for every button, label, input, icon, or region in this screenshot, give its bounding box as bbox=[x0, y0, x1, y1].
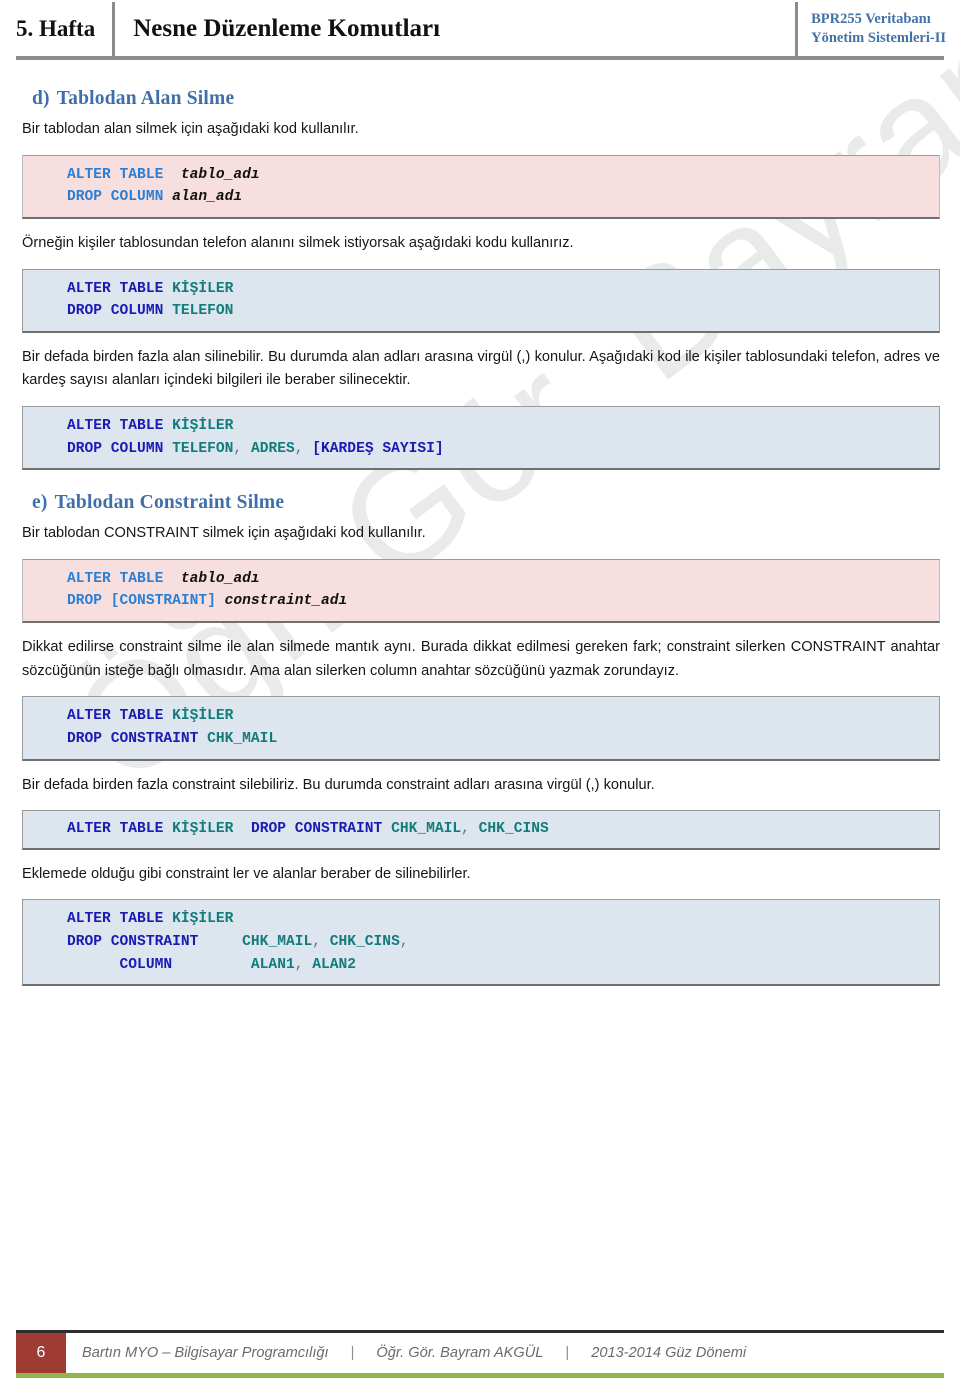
code-punctuation: , bbox=[399, 934, 409, 951]
header-rule bbox=[16, 56, 944, 60]
section-heading-d: d) Tablodan Alan Silme bbox=[32, 88, 940, 110]
header-course-line2: Yönetim Sistemleri-II bbox=[811, 30, 946, 46]
code-identifier: ADRES bbox=[250, 440, 295, 457]
code-keyword: DROP [CONSTRAINT] bbox=[67, 593, 216, 610]
section-e-multi-text: Bir defada birden fazla constraint sileb… bbox=[22, 776, 655, 793]
footer-term: 2013-2014 Güz Dönemi bbox=[591, 1345, 747, 1361]
code-placeholder: constraint_adı bbox=[224, 593, 348, 610]
header-chapter-title: Nesne Düzenleme Komutları bbox=[133, 15, 441, 42]
code-identifier: CHK_MAIL bbox=[391, 821, 462, 838]
code-keyword: ALTER TABLE bbox=[67, 280, 164, 297]
section-d-multi-text: Bir defada birden fazla alan silinebilir… bbox=[22, 348, 940, 389]
code-punctuation: , bbox=[461, 821, 470, 838]
section-e-combined-text: Eklemede olduğu gibi constraint ler ve a… bbox=[22, 865, 471, 882]
code-bracketed-identifier: [KARDEŞ SAYISI] bbox=[312, 440, 444, 457]
code-keyword: ALTER TABLE bbox=[67, 418, 164, 434]
document-page: 5. Hafta Nesne Düzenleme Komutları BPR25… bbox=[0, 0, 960, 1388]
code-keyword: ALTER TABLE bbox=[67, 911, 164, 928]
code-identifier: KİŞİLER bbox=[172, 821, 234, 838]
code-keyword: DROP COLUMN bbox=[67, 189, 164, 206]
code-keyword: COLUMN bbox=[119, 956, 173, 973]
code-punctuation: , bbox=[294, 440, 304, 457]
code-identifier: TELEFON bbox=[172, 440, 234, 457]
section-d-intro: Bir tablodan alan silmek için aşağıdaki … bbox=[22, 121, 359, 137]
section-heading-e: e) Tablodan Constraint Silme bbox=[32, 492, 940, 514]
page-number: 6 bbox=[16, 1333, 66, 1373]
code-identifier: ALAN2 bbox=[312, 956, 357, 973]
code-placeholder: tablo_adı bbox=[180, 570, 260, 587]
code-keyword: DROP COLUMN bbox=[67, 440, 164, 457]
code-keyword: DROP COLUMN bbox=[67, 303, 164, 320]
code-block-drop-column-telefon: ALTER TABLE KİŞİLER DROP COLUMN TELEFON bbox=[22, 268, 940, 333]
footer-institution: Bartın MYO – Bilgisayar Programcılığı bbox=[82, 1345, 329, 1361]
code-punctuation: , bbox=[312, 934, 321, 951]
code-block-drop-multiple-constraints: ALTER TABLE KİŞİLER DROP CONSTRAINT CHK_… bbox=[22, 810, 940, 850]
code-identifier: KİŞİLER bbox=[172, 280, 234, 297]
code-placeholder: tablo_adı bbox=[180, 166, 260, 183]
code-keyword: ALTER TABLE bbox=[67, 166, 164, 183]
code-punctuation: , bbox=[294, 956, 304, 973]
section-d-title: Tablodan Alan Silme bbox=[56, 88, 235, 109]
code-keyword: ALTER TABLE bbox=[67, 708, 164, 725]
section-d-example-text: Örneğin kişiler tablosundan telefon alan… bbox=[22, 234, 574, 251]
code-punctuation: , bbox=[233, 440, 243, 457]
code-block-drop-column-syntax: ALTER TABLE tablo_adı DROP COLUMN alan_a… bbox=[22, 154, 940, 219]
header-week-label: 5. Hafta bbox=[16, 16, 96, 41]
code-keyword: ALTER TABLE bbox=[67, 821, 164, 838]
code-identifier: CHK_CINS bbox=[329, 934, 400, 951]
code-identifier: CHK_MAIL bbox=[207, 730, 278, 747]
code-block-drop-constraint-syntax: ALTER TABLE tablo_adı DROP [CONSTRAINT] … bbox=[22, 558, 940, 624]
document-content: d) Tablodan Alan Silme Bir tablodan alan … bbox=[0, 66, 960, 999]
code-keyword: DROP CONSTRAINT bbox=[67, 730, 199, 747]
code-placeholder: alan_adı bbox=[172, 189, 243, 206]
code-block-drop-multiple-columns: ALTER TABLE KİŞİLER DROP COLUMN TELEFON,… bbox=[22, 406, 940, 471]
code-identifier: KİŞİLER bbox=[172, 911, 234, 928]
header-course-code: BPR255 Veritabanı Yönetim Sistemleri-II bbox=[798, 10, 946, 48]
section-e-title: Tablodan Constraint Silme bbox=[54, 492, 285, 514]
footer-instructor: Öğr. Gör. Bayram AKGÜL bbox=[376, 1345, 544, 1361]
section-e-note-text: Dikkat edilirse constraint silme ile ala… bbox=[22, 639, 940, 679]
code-identifier: KİŞİLER bbox=[172, 418, 234, 434]
header-course-line1: BPR255 Veritabanı bbox=[811, 10, 931, 27]
code-identifier: TELEFON bbox=[172, 303, 234, 320]
code-identifier: KİŞİLER bbox=[172, 708, 234, 725]
code-keyword: ALTER TABLE bbox=[67, 570, 164, 587]
code-keyword: DROP CONSTRAINT bbox=[67, 934, 199, 951]
footer-text: Bartın MYO – Bilgisayar Programcılığı | … bbox=[66, 1333, 746, 1373]
footer-accent-rule bbox=[16, 1373, 944, 1378]
page-footer: 6 Bartın MYO – Bilgisayar Programcılığı … bbox=[0, 1324, 960, 1388]
code-block-drop-constraint-and-column: ALTER TABLE KİŞİLER DROP CONSTRAINT CHK_… bbox=[22, 899, 940, 987]
section-e-marker: e) bbox=[32, 492, 48, 514]
page-header: 5. Hafta Nesne Düzenleme Komutları BPR25… bbox=[0, 0, 960, 66]
code-block-drop-constraint-chkmail: ALTER TABLE KİŞİLER DROP CONSTRAINT CHK_… bbox=[22, 696, 940, 761]
code-identifier: ALAN1 bbox=[250, 956, 295, 973]
footer-separator-2: | bbox=[565, 1345, 570, 1361]
section-d-marker: d) bbox=[32, 88, 50, 109]
code-identifier: CHK_CINS bbox=[478, 821, 549, 838]
code-keyword: DROP CONSTRAINT bbox=[250, 821, 383, 838]
footer-separator-1: | bbox=[350, 1345, 355, 1361]
code-identifier: CHK_MAIL bbox=[242, 934, 313, 951]
section-e-intro: Bir tablodan CONSTRAINT silmek için aşağ… bbox=[22, 525, 426, 542]
